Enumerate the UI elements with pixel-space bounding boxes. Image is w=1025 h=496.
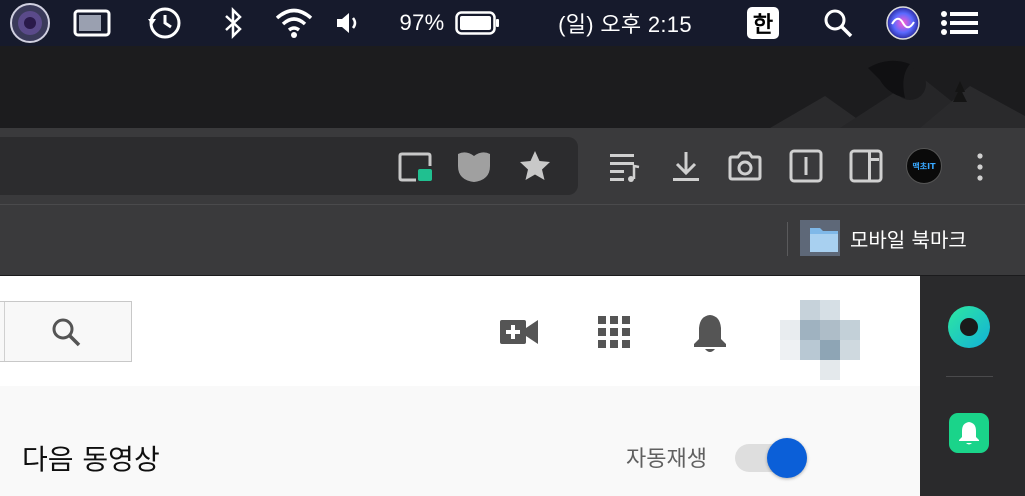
whale-app-icon[interactable]: [946, 304, 992, 350]
next-video-heading: 다음 동영상: [22, 443, 160, 476]
account-avatar[interactable]: [780, 300, 860, 380]
autoplay-label: 자동재생: [626, 447, 707, 472]
autoplay-toggle-knob[interactable]: [767, 438, 807, 478]
search-icon[interactable]: [50, 316, 84, 350]
display-icon[interactable]: [72, 0, 112, 46]
alerts-app-icon[interactable]: [948, 412, 990, 454]
battery-icon[interactable]: [454, 0, 502, 46]
time-machine-icon[interactable]: [144, 0, 184, 46]
control-center-icon[interactable]: [938, 0, 982, 46]
spotlight-icon[interactable]: [820, 0, 856, 46]
menubar-clock[interactable]: (일) 오후 2:15: [540, 0, 710, 46]
star-icon[interactable]: [514, 146, 556, 186]
profile-avatar-text: 맥초IT: [912, 161, 936, 171]
apps-grid-icon[interactable]: [596, 314, 634, 352]
side-panel-separator: [946, 376, 993, 377]
screenshot-icon[interactable]: [724, 146, 766, 186]
theme-illustration: [770, 60, 1025, 128]
bluetooth-icon[interactable]: [220, 0, 248, 46]
input-method-icon[interactable]: 한: [746, 0, 780, 46]
reader-mode-icon[interactable]: [786, 146, 826, 186]
screen-recorder-icon[interactable]: [8, 0, 52, 46]
browser-title-bar: [0, 46, 1025, 128]
sidebar-icon[interactable]: [846, 146, 886, 186]
folder-icon: [800, 220, 840, 256]
mobile-bookmarks-folder[interactable]: 모바일 북마크: [800, 220, 990, 256]
picture-in-picture-icon[interactable]: [396, 148, 436, 186]
create-video-icon[interactable]: [498, 316, 542, 350]
input-method-label: 한: [747, 7, 779, 39]
bookmark-folder-label: 모바일 북마크: [850, 227, 967, 252]
more-menu-icon[interactable]: [966, 148, 994, 186]
download-icon[interactable]: [666, 146, 706, 186]
wifi-icon[interactable]: [272, 0, 316, 46]
battery-percent: 97%: [399, 10, 445, 35]
volume-icon[interactable]: [332, 0, 364, 46]
reading-list-icon[interactable]: [604, 148, 646, 186]
macos-menu-bar: 97% (일) 오후 2:15 한: [0, 0, 1025, 46]
notifications-bell-icon[interactable]: [692, 312, 730, 354]
shield-icon[interactable]: [454, 148, 494, 186]
profile-avatar[interactable]: 맥초IT: [906, 148, 942, 184]
bookmark-separator: [787, 222, 788, 256]
siri-icon[interactable]: [884, 0, 922, 46]
search-input-divider: [4, 302, 5, 361]
